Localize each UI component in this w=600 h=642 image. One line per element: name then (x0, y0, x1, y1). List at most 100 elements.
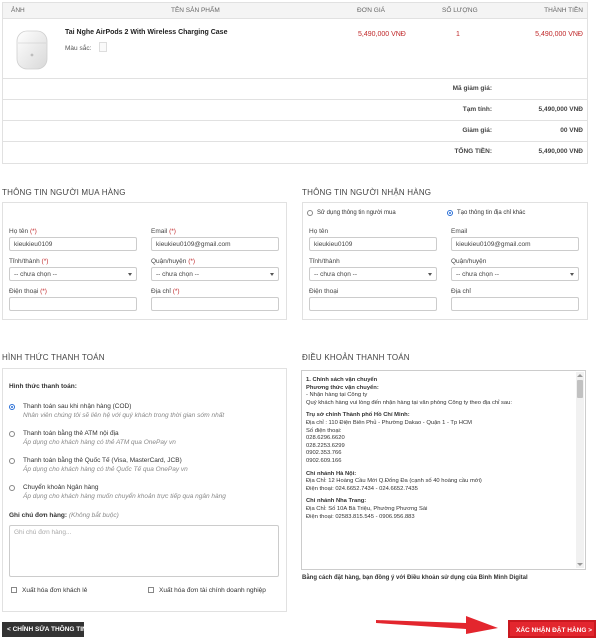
item-total: 5,490,000 VNĐ (535, 31, 583, 38)
buyer-address-label: Địa chỉ (*) (151, 288, 180, 295)
required-mark: (*) (41, 258, 49, 265)
radio-use-buyer[interactable] (307, 210, 313, 216)
order-note-label: Ghi chú đơn hàng: (Không bắt buộc) (9, 512, 119, 519)
edit-info-button[interactable]: < CHỈNH SỬA THÔNG TIN (2, 622, 87, 637)
payment-atm-label[interactable]: Thanh toán bằng thẻ ATM nội địa (23, 430, 119, 437)
buyer-name-label-text: Họ tên (9, 228, 29, 235)
receiver-province-label: Tỉnh/thành (309, 258, 340, 265)
receiver-district-select[interactable]: -- chưa chọn -- (451, 267, 579, 281)
order-note-label-text: Ghi chú đơn hàng: (9, 512, 68, 519)
buyer-name-label: Họ tên (*) (9, 228, 37, 235)
red-arrow-icon (376, 616, 498, 634)
col-total: THÀNH TIỀN (544, 7, 583, 14)
subtotal-row: Tạm tính: 5,490,000 VNĐ (3, 100, 587, 121)
payment-intl-desc: Áp dụng cho khách hàng có thẻ Quốc Tế qu… (23, 466, 188, 473)
terms-hn-phone: Điện thoại: 024.6652.7434 - 024.6652.743… (306, 485, 418, 492)
item-qty: 1 (456, 31, 460, 38)
coupon-row: Mã giảm giá: (3, 79, 587, 100)
airpods-case-icon[interactable] (11, 27, 53, 73)
terms-content: 1. Chính sách vận chuyển Phương thức vận… (306, 377, 574, 521)
payment-bank-desc: Áp dụng cho khách hàng muốn chuyển khoản… (23, 493, 226, 500)
discount-label: Giảm giá: (462, 127, 492, 134)
receiver-name-label: Họ tên (309, 228, 329, 235)
scroll-down-arrow-icon[interactable] (577, 563, 583, 566)
terms-hcm-phone: 028.2253.6299 (306, 442, 345, 449)
scroll-up-arrow-icon[interactable] (577, 374, 583, 377)
buyer-phone-label: Điện thoại (*) (9, 288, 47, 295)
buyer-address-input[interactable] (151, 297, 279, 311)
terms-section-heading: 1. Chính sách vận chuyển (306, 377, 378, 383)
required-mark: (*) (188, 258, 196, 265)
receiver-phone-input[interactable] (309, 297, 437, 311)
opt-new-address-label[interactable]: Tạo thông tin địa chỉ khác (457, 210, 525, 216)
terms-hcm-phone: 0902.353.766 (306, 450, 342, 457)
terms-scrollbar[interactable] (576, 372, 584, 568)
terms-nt-phone: Điện thoại: 02583.815.545 - 0906.956.883 (306, 513, 415, 520)
invoice-company-checkbox[interactable] (148, 587, 154, 593)
receiver-address-input[interactable] (451, 297, 579, 311)
buyer-province-label: Tỉnh/thành (*) (9, 258, 48, 265)
required-mark: (*) (172, 288, 180, 295)
cart-item-row: Tai Nghe AirPods 2 With Wireless Chargin… (3, 19, 587, 79)
receiver-panel: Sử dụng thông tin người mua Tạo thông ti… (302, 202, 588, 320)
terms-receive-at-store: - Nhận hàng tại Công ty (306, 392, 368, 399)
radio-payment-bank[interactable] (9, 485, 15, 491)
payment-cod-desc: Nhân viên chúng tôi sẽ liên hệ với quý k… (23, 412, 225, 419)
terms-nt-title: Chi nhánh Nha Trang: (306, 498, 367, 505)
scroll-thumb[interactable] (577, 380, 583, 398)
receiver-phone-label: Điện thoại (309, 288, 339, 295)
color-swatch (99, 42, 107, 52)
payment-section-title: HÌNH THỨC THANH TOÁN (2, 353, 105, 362)
cart-header: ẢNH TÊN SẢN PHẨM ĐƠN GIÁ SỐ LƯỢNG THÀNH … (3, 3, 587, 19)
terms-hcm-phone: 028.6296.6620 (306, 435, 345, 442)
invoice-personal-label[interactable]: Xuất hóa đơn khách lẻ (22, 587, 87, 594)
invoice-company-label[interactable]: Xuất hóa đơn tài chính doanh nghiệp (159, 587, 266, 594)
receiver-address-label: Địa chỉ (451, 288, 471, 295)
payment-intl-label[interactable]: Thanh toán bằng thẻ Quốc Tế (Visa, Maste… (23, 457, 182, 464)
payment-subtitle: Hình thức thanh toán: (9, 383, 77, 390)
buyer-address-label-text: Địa chỉ (151, 288, 171, 295)
buyer-panel: Họ tên (*) kieukieu0109 Email (*) kieuki… (2, 202, 287, 320)
radio-payment-cod[interactable] (9, 404, 15, 410)
buyer-phone-input[interactable] (9, 297, 137, 311)
payment-cod-label[interactable]: Thanh toán sau khi nhận hàng (COD) (23, 403, 131, 410)
buyer-name-input[interactable]: kieukieu0109 (9, 237, 137, 251)
buyer-province-select[interactable]: -- chưa chọn -- (9, 267, 137, 281)
receiver-province-select[interactable]: -- chưa chọn -- (309, 267, 437, 281)
payment-bank-label[interactable]: Chuyển khoản Ngân hàng (23, 484, 99, 491)
buyer-district-select[interactable]: -- chưa chọn -- (151, 267, 279, 281)
col-price: ĐƠN GIÁ (357, 7, 385, 14)
terms-agree-text: Bằng cách đặt hàng, bạn đồng ý với Điều … (302, 575, 528, 581)
receiver-name-input[interactable]: kieukieu0109 (309, 237, 437, 251)
radio-payment-atm[interactable] (9, 431, 15, 437)
terms-scroll-box[interactable]: 1. Chính sách vận chuyển Phương thức vận… (301, 370, 586, 570)
invoice-personal-checkbox[interactable] (11, 587, 17, 593)
terms-hcm-title: Trụ sở chính Thành phố Hồ Chí Minh: (306, 412, 410, 419)
terms-nt-address: Địa Chỉ: Số 10A Bà Triệu, Phường Phương … (306, 505, 428, 512)
payment-panel: Hình thức thanh toán: Thanh toán sau khi… (2, 368, 287, 612)
cart-table: ẢNH TÊN SẢN PHẨM ĐƠN GIÁ SỐ LƯỢNG THÀNH … (2, 2, 588, 164)
grand-total-label: TỔNG TIỀN: (454, 148, 492, 155)
discount-value: 00 VNĐ (560, 127, 583, 134)
order-note-textarea[interactable]: Ghi chú đơn hàng... (9, 525, 279, 577)
order-note-optional: (Không bắt buộc) (68, 512, 119, 519)
terms-phone-heading: Số điện thoại: (306, 427, 342, 434)
receiver-section-title: THÔNG TIN NGƯỜI NHẬN HÀNG (302, 188, 432, 197)
payment-atm-desc: Áp dụng cho khách hàng có thẻ ATM qua On… (23, 439, 176, 446)
terms-hcm-phone: 0902.609.166 (306, 457, 342, 464)
receiver-email-input[interactable]: kieukieu0109@gmail.com (451, 237, 579, 251)
buyer-section-title: THÔNG TIN NGƯỜI MUA HÀNG (2, 188, 126, 197)
product-name[interactable]: Tai Nghe AirPods 2 With Wireless Chargin… (65, 29, 227, 36)
buyer-province-label-text: Tỉnh/thành (9, 258, 40, 265)
radio-new-address[interactable] (447, 210, 453, 216)
buyer-email-input[interactable]: kieukieu0109@gmail.com (151, 237, 279, 251)
required-mark: (*) (169, 228, 176, 235)
grand-total-row: TỔNG TIỀN: 5,490,000 VNĐ (3, 142, 587, 163)
col-product: TÊN SẢN PHẨM (171, 7, 220, 14)
terms-section-title: ĐIỀU KHOẢN THANH TOÁN (302, 353, 410, 362)
confirm-order-button[interactable]: XÁC NHẬN ĐẶT HÀNG > (508, 620, 596, 638)
opt-use-buyer-label[interactable]: Sử dụng thông tin người mua (317, 210, 396, 216)
subtotal-value: 5,490,000 VNĐ (538, 106, 583, 113)
radio-payment-intl[interactable] (9, 458, 15, 464)
terms-shipping-method: Phương thức vận chuyển: (306, 384, 379, 391)
